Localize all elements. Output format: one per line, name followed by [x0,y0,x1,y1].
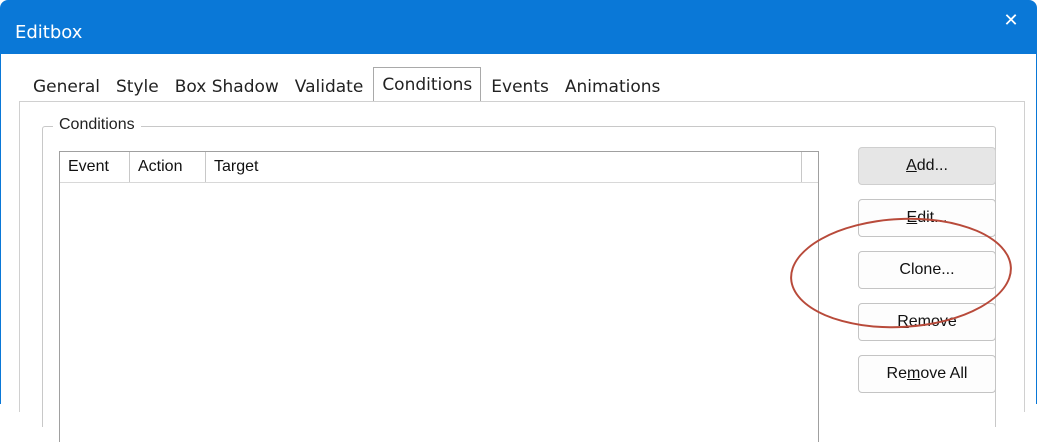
tab-validate[interactable]: Validate [287,72,372,102]
add-button[interactable]: Add... [858,147,996,185]
editbox-dialog: Editbox ✕ General Style Box Shadow Valid… [0,0,1037,442]
remove-all-button-post: ove All [920,365,968,382]
remove-all-button-pre: Re [886,365,907,382]
tab-conditions[interactable]: Conditions [373,67,482,103]
add-button-post: dd... [916,157,948,174]
conditions-groupbox: Conditions Event Action Target Add... Ed… [42,116,996,442]
window-title: Editbox [15,22,83,43]
conditions-group-label: Conditions [53,116,141,134]
tab-animations[interactable]: Animations [557,72,669,102]
remove-all-button[interactable]: Re m ove All [858,355,996,393]
dialog-body: General Style Box Shadow Validate Condit… [0,54,1037,442]
tab-style[interactable]: Style [108,72,167,102]
edit-button-mnemonic: E [906,209,918,226]
column-header-event[interactable]: Event [60,152,130,182]
edit-button-post: dit... [917,209,948,226]
tab-box-shadow[interactable]: Box Shadow [167,72,287,102]
clone-button[interactable]: Clone... [858,251,996,289]
tab-strip: General Style Box Shadow Validate Condit… [25,67,669,103]
add-button-mnemonic: A [906,157,917,174]
column-header-action[interactable]: Action [130,152,206,182]
edit-button[interactable]: Edit... [858,199,996,237]
remove-button-post: emove [908,313,957,330]
close-icon[interactable]: ✕ [995,4,1027,36]
tab-general[interactable]: General [25,72,108,102]
conditions-list-header: Event Action Target [60,152,818,183]
remove-button[interactable]: Remove [858,303,996,341]
remove-button-mnemonic: R [897,313,909,330]
tab-events[interactable]: Events [483,72,557,102]
remove-all-button-mnemonic: m [906,365,921,382]
clone-button-post: Clone... [899,261,955,278]
conditions-tab-panel: Conditions Event Action Target Add... Ed… [19,101,1025,442]
title-bar: Editbox ✕ [0,0,1037,54]
column-header-target[interactable]: Target [206,152,802,182]
conditions-list[interactable]: Event Action Target [59,151,819,442]
